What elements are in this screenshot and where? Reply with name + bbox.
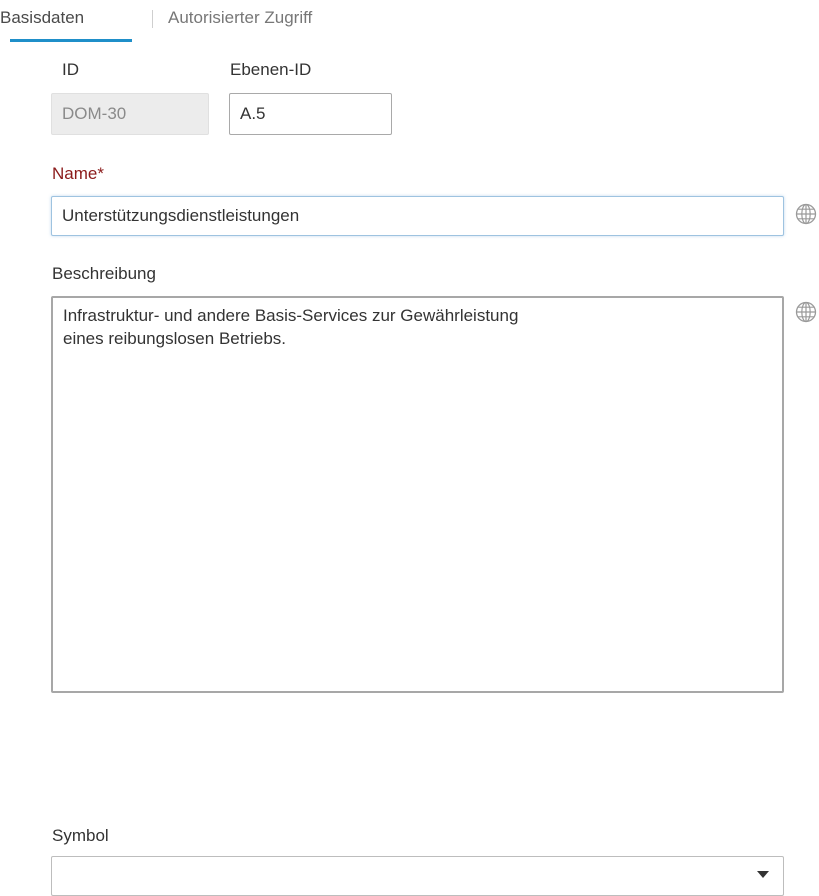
chevron-down-icon[interactable]	[757, 871, 769, 878]
tab-separator	[152, 10, 153, 28]
description-label: Beschreibung	[52, 264, 156, 283]
globe-icon[interactable]	[795, 203, 817, 225]
tab-autorisierter-zugriff[interactable]: Autorisierter Zugriff	[168, 8, 312, 28]
level-id-field[interactable]: A.5	[229, 93, 392, 135]
tab-basisdaten[interactable]: Basisdaten	[0, 8, 84, 28]
globe-icon[interactable]	[795, 301, 817, 323]
symbol-label: Symbol	[52, 826, 109, 845]
name-label: Name*	[52, 164, 104, 183]
description-field[interactable]: Infrastruktur- und andere Basis-Services…	[51, 296, 784, 693]
id-field: DOM-30	[51, 93, 209, 135]
id-label: ID	[62, 60, 79, 79]
level-id-label: Ebenen-ID	[230, 60, 312, 79]
active-tab-indicator	[10, 39, 132, 42]
form-page: Basisdaten Autorisierter Zugriff ID DOM-…	[0, 0, 819, 896]
tab-bar: Basisdaten Autorisierter Zugriff	[0, 0, 819, 44]
name-field[interactable]: Unterstützungsdienstleistungen	[51, 196, 784, 236]
symbol-select[interactable]	[51, 856, 784, 896]
